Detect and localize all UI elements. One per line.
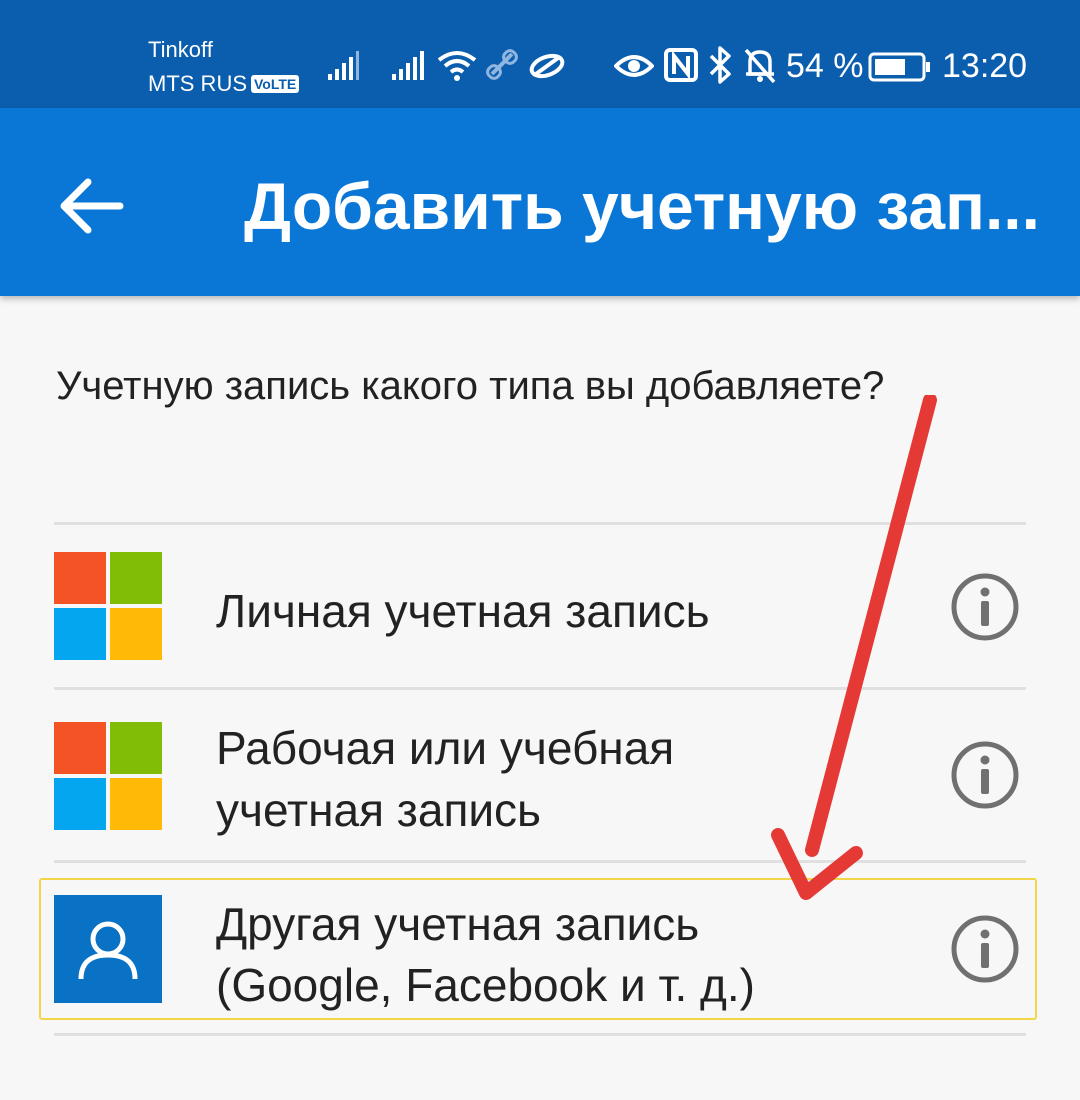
divider	[54, 1033, 1026, 1036]
bell-off-icon	[744, 48, 776, 84]
bluetooth-icon	[709, 46, 731, 84]
microsoft-logo-icon	[54, 722, 162, 830]
microsoft-logo-icon	[54, 552, 162, 660]
arrow-left-icon	[60, 178, 124, 234]
nfc-icon	[664, 48, 698, 82]
battery-percent: 54 %	[786, 47, 864, 85]
carrier-info: Tinkoff MTS RUS VoLTE	[148, 37, 300, 96]
red-arrow-icon	[771, 395, 937, 900]
battery-icon	[868, 52, 930, 82]
option-label: Другая учетная запись	[216, 898, 700, 950]
back-button[interactable]	[56, 174, 136, 238]
signal-icon	[392, 51, 424, 80]
clock: 13:20	[942, 47, 1028, 85]
carrier-name-1: Tinkoff	[148, 37, 213, 62]
wifi-icon	[437, 51, 477, 81]
info-icon[interactable]	[950, 740, 1020, 810]
option-label: учетная запись	[216, 784, 542, 836]
data-saver-icon	[529, 53, 565, 79]
info-icon[interactable]	[950, 572, 1020, 642]
eye-icon	[614, 55, 654, 77]
volte-badge: VoLTE	[251, 75, 300, 93]
option-label: Рабочая или учебная	[216, 722, 675, 774]
info-icon[interactable]	[950, 914, 1020, 984]
option-label: (Google, Facebook и т. д.)	[216, 959, 755, 1011]
link-icon	[486, 49, 518, 80]
other-account-option[interactable]: Другая учетная запись (Google, Facebook …	[54, 895, 1026, 1011]
option-label: Личная учетная запись	[216, 585, 710, 637]
page-title: Добавить учетную зап...	[244, 169, 1040, 243]
signal-icon	[328, 51, 359, 80]
status-bar: Tinkoff MTS RUS VoLTE 54 % 13:20	[0, 0, 1080, 108]
app-bar: Добавить учетную зап...	[0, 108, 1080, 296]
carrier-name-2: MTS RUS	[148, 71, 247, 96]
person-icon	[54, 895, 162, 1003]
